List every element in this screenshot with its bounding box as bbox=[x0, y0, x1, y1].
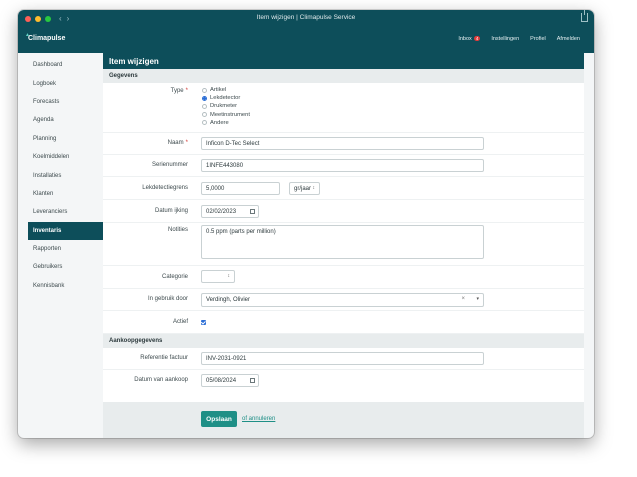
select-arrows-icon: ↕ bbox=[312, 185, 316, 191]
radio-artikel[interactable]: Artikel bbox=[202, 86, 250, 94]
window-title: Item wijzigen | Climapulse Service bbox=[256, 14, 356, 21]
title-bar: ‹ › Item wijzigen | Climapulse Service bbox=[18, 10, 594, 27]
sidebar-item-inventaris[interactable]: Inventaris bbox=[28, 221, 110, 240]
section-gegevens: Gegevens bbox=[103, 69, 584, 83]
row-naam: Naam * Inficon D-Tec Select bbox=[103, 133, 584, 155]
row-notities: Notities 0.5 ppm (parts per million) bbox=[103, 223, 584, 266]
inbox-badge: 4 bbox=[473, 36, 481, 41]
calendar-icon[interactable] bbox=[250, 209, 255, 214]
sidebar-item-koelmiddelen[interactable]: Koelmiddelen bbox=[28, 148, 110, 166]
calendar-icon[interactable] bbox=[250, 378, 255, 383]
radio-andere[interactable]: Andere bbox=[202, 119, 250, 127]
sidebar-item-rapporten[interactable]: Rapporten bbox=[28, 240, 110, 258]
sidebar-item-dashboard[interactable]: Dashboard bbox=[28, 56, 110, 74]
form-actions: Opslaan of annuleren bbox=[103, 402, 584, 438]
in-gebruik-door-label: In gebruik door bbox=[147, 296, 188, 302]
logo[interactable]: Climapulse bbox=[28, 35, 65, 42]
naam-label: Naam * bbox=[167, 140, 188, 146]
main-content: Item wijzigen Gegevens Type * Artikel Lek… bbox=[103, 53, 584, 438]
nav-afmelden[interactable]: Afmelden bbox=[557, 36, 580, 42]
categorie-select[interactable]: ↕ bbox=[201, 270, 235, 283]
chevron-down-icon[interactable]: ▾ bbox=[476, 296, 479, 302]
actief-checkbox[interactable] bbox=[201, 320, 206, 325]
notities-textarea[interactable]: 0.5 ppm (parts per million) bbox=[201, 225, 484, 259]
categorie-label: Categorie bbox=[161, 274, 188, 280]
share-icon[interactable] bbox=[581, 10, 588, 22]
row-type: Type * Artikel Lekdetector Drukmeter Meet… bbox=[103, 83, 584, 133]
referentie-factuur-input[interactable]: INV-2031-0921 bbox=[201, 352, 484, 365]
radio-drukmeter[interactable]: Drukmeter bbox=[202, 102, 250, 110]
type-radio-group: Artikel Lekdetector Drukmeter Meetinstru… bbox=[202, 86, 250, 127]
datum-ijking-label: Datum ijking bbox=[154, 208, 188, 214]
type-label: Type * bbox=[170, 88, 188, 94]
row-referentie-factuur: Referentie factuur INV-2031-0921 bbox=[103, 348, 584, 370]
serienummer-label: Serienummer bbox=[151, 162, 188, 168]
datum-ijking-input[interactable]: 02/02/2023 bbox=[201, 205, 259, 218]
sidebar-item-kennisbank[interactable]: Kennisbank bbox=[28, 277, 110, 295]
actief-label: Actief bbox=[172, 319, 188, 325]
select-arrows-icon: ↕ bbox=[227, 273, 231, 279]
nav-profiel[interactable]: Profiel bbox=[530, 36, 546, 42]
app-header: ▲ Climapulse Inbox 4 Instellingen Profiel… bbox=[18, 27, 594, 53]
sidebar-item-forecasts[interactable]: Forecasts bbox=[28, 93, 110, 111]
page-title: Item wijzigen bbox=[103, 53, 584, 69]
referentie-factuur-label: Referentie factuur bbox=[140, 355, 188, 361]
row-datum-aankoop: Datum van aankoop 05/08/2024 bbox=[103, 370, 584, 392]
sidebar-item-planning[interactable]: Planning bbox=[28, 130, 110, 148]
cancel-link[interactable]: of annuleren bbox=[242, 416, 275, 422]
row-datum-ijking: Datum ijking 02/02/2023 bbox=[103, 200, 584, 223]
notities-label: Notities bbox=[167, 227, 188, 233]
row-serienummer: Serienummer 1INFE443080 bbox=[103, 155, 584, 177]
row-lekdetectiegrens: Lekdetectiegrens 5,0000 gr/jaar ↕ bbox=[103, 177, 584, 200]
nav-inbox[interactable]: Inbox 4 bbox=[458, 36, 481, 42]
radio-lekdetector[interactable]: Lekdetector bbox=[202, 94, 250, 102]
sidebar-item-agenda[interactable]: Agenda bbox=[28, 111, 110, 129]
nav-instellingen[interactable]: Instellingen bbox=[491, 36, 519, 42]
datum-aankoop-input[interactable]: 05/08/2024 bbox=[201, 374, 259, 387]
serienummer-input[interactable]: 1INFE443080 bbox=[201, 159, 484, 172]
section-aankoopgegevens: Aankoopgegevens bbox=[103, 334, 584, 348]
row-categorie: Categorie ↕ bbox=[103, 266, 584, 289]
sidebar-item-gebruikers[interactable]: Gebruikers bbox=[28, 258, 110, 276]
row-in-gebruik-door: In gebruik door Verdingh, Olivier × ▾ bbox=[103, 289, 584, 311]
naam-input[interactable]: Inficon D-Tec Select bbox=[201, 137, 484, 150]
lekdetectiegrens-label: Lekdetectiegrens bbox=[142, 185, 188, 191]
top-nav: Inbox 4 Instellingen Profiel Afmelden bbox=[458, 36, 580, 42]
save-button[interactable]: Opslaan bbox=[201, 411, 237, 427]
sidebar-item-klanten[interactable]: Klanten bbox=[28, 185, 110, 203]
clear-icon[interactable]: × bbox=[461, 296, 465, 302]
unit-select[interactable]: gr/jaar ↕ bbox=[289, 182, 320, 195]
in-gebruik-door-select[interactable]: Verdingh, Olivier × ▾ bbox=[201, 293, 484, 307]
datum-aankoop-label: Datum van aankoop bbox=[134, 377, 188, 383]
sidebar: Dashboard Logboek Forecasts Agenda Plann… bbox=[28, 53, 110, 438]
app-window: ‹ › Item wijzigen | Climapulse Service ▲… bbox=[18, 10, 594, 438]
lekdetectiegrens-input[interactable]: 5,0000 bbox=[201, 182, 280, 195]
sidebar-item-installaties[interactable]: Installaties bbox=[28, 166, 110, 184]
sidebar-item-leveranciers[interactable]: Leveranciers bbox=[28, 203, 110, 221]
radio-meetinstrument[interactable]: Meetinstrument bbox=[202, 111, 250, 119]
row-actief: Actief bbox=[103, 311, 584, 334]
sidebar-item-logboek[interactable]: Logboek bbox=[28, 74, 110, 92]
